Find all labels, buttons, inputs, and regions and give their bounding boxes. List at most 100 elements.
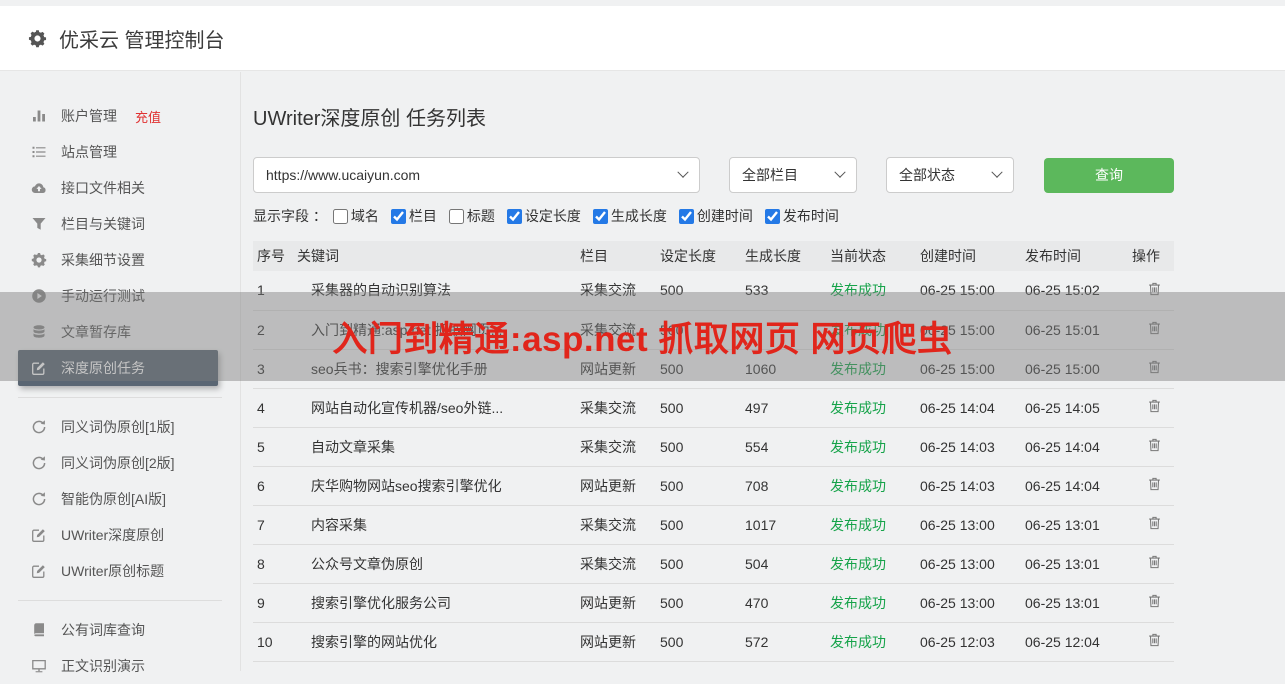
query-button[interactable]: 查询 (1044, 157, 1174, 193)
gen-length-cell: 497 (741, 388, 826, 428)
sidebar-item-account[interactable]: 账户管理 充值 (0, 98, 240, 134)
actions-cell (1128, 544, 1174, 584)
keyword-cell: 搜索引擎优化服务公司 (293, 583, 576, 623)
display-field-option[interactable]: 域名 (332, 206, 379, 226)
delete-task-button[interactable] (1147, 632, 1162, 648)
sidebar-item-ai-rewrite[interactable]: 智能伪原创[AI版] (0, 481, 240, 517)
watermark-text: 入门到精通:asp.net 抓取网页 网页爬虫 (332, 320, 953, 359)
sidebar-item-sites[interactable]: 站点管理 (0, 134, 240, 170)
app-header: 优采云 管理控制台 (0, 6, 1285, 71)
gen-length-cell: 572 (741, 622, 826, 662)
sidebar-item-label: 栏目与关键词 (61, 216, 145, 232)
delete-task-button[interactable] (1147, 593, 1162, 609)
delete-task-button[interactable] (1147, 437, 1162, 453)
row-index-cell: 8 (253, 544, 293, 584)
created-time-cell: 06-25 14:03 (916, 466, 1021, 506)
col-header-no: 序号 (253, 241, 293, 271)
sidebar-item-synonym-rewrite-v2[interactable]: 同义词伪原创[2版] (0, 445, 240, 481)
display-field-label: 域名 (350, 208, 379, 224)
table-header: 序号 关键词 栏目 设定长度 生成长度 当前状态 创建时间 发布时间 操作 (253, 241, 1174, 271)
sidebar-item-public-dictionary[interactable]: 公有词库查询 (0, 612, 240, 648)
delete-task-button[interactable] (1147, 476, 1162, 492)
set-length-cell: 500 (656, 583, 741, 623)
filter-bar: https://www.ucaiyun.com 全部栏目 全部状态 查询 (253, 157, 1285, 193)
sidebar-item-label: 账户管理 (61, 108, 117, 124)
set-length-cell: 500 (656, 388, 741, 428)
status-cell: 发布成功 (826, 583, 916, 623)
site-select[interactable]: https://www.ucaiyun.com (253, 157, 700, 193)
col-header-status: 当前状态 (826, 241, 916, 271)
sidebar-item-label: 接口文件相关 (61, 180, 145, 196)
display-field-option[interactable]: 栏目 (390, 206, 437, 226)
table-row: 7 内容采集 采集交流 500 1017 发布成功 06-25 13:00 06… (253, 505, 1174, 545)
created-time-cell: 06-25 13:00 (916, 505, 1021, 545)
sidebar-item-api-files[interactable]: 接口文件相关 (0, 170, 240, 206)
gen-length-cell: 470 (741, 583, 826, 623)
table-row: 8 公众号文章伪原创 采集交流 500 504 发布成功 06-25 13:00… (253, 544, 1174, 584)
column-filter-select[interactable]: 全部栏目 (729, 157, 857, 193)
sidebar-divider (18, 600, 222, 601)
published-time-cell: 06-25 13:01 (1021, 505, 1128, 545)
keyword-cell: 庆华购物网站seo搜索引擎优化 (293, 466, 576, 506)
display-field-option[interactable]: 发布时间 (764, 206, 839, 226)
row-index-cell: 10 (253, 622, 293, 662)
sidebar-item-uwriter-original-title[interactable]: UWriter原创标题 (0, 553, 240, 589)
display-field-checkbox[interactable] (448, 208, 464, 224)
column-cell: 采集交流 (576, 505, 656, 545)
column-cell: 采集交流 (576, 544, 656, 584)
sidebar-item-content-recognition-demo[interactable]: 正文识别演示 (0, 648, 240, 684)
trash-icon (1147, 476, 1162, 492)
keyword-cell: 内容采集 (293, 505, 576, 545)
status-filter-select[interactable]: 全部状态 (886, 157, 1014, 193)
display-field-option[interactable]: 创建时间 (678, 206, 753, 226)
sidebar-item-synonym-rewrite-v1[interactable]: 同义词伪原创[1版] (0, 409, 240, 445)
gen-length-cell: 1017 (741, 505, 826, 545)
chevron-down-icon (834, 166, 846, 178)
gear-icon (30, 252, 47, 268)
display-field-checkbox[interactable] (332, 208, 348, 224)
table-row: 9 搜索引擎优化服务公司 网站更新 500 470 发布成功 06-25 13:… (253, 583, 1174, 623)
delete-task-button[interactable] (1147, 554, 1162, 570)
display-field-checkbox[interactable] (506, 208, 522, 224)
cloud-upload-icon (30, 180, 47, 196)
published-time-cell: 06-25 12:04 (1021, 622, 1128, 662)
col-header-created: 创建时间 (916, 241, 1021, 271)
display-field-option[interactable]: 标题 (448, 206, 495, 226)
delete-task-button[interactable] (1147, 398, 1162, 414)
created-time-cell: 06-25 13:00 (916, 583, 1021, 623)
display-field-checkbox[interactable] (678, 208, 694, 224)
display-fields-label: 显示字段 ： (253, 208, 327, 224)
row-index-cell: 7 (253, 505, 293, 545)
sidebar-item-uwriter-deep-original[interactable]: UWriter深度原创 (0, 517, 240, 553)
created-time-cell: 06-25 12:03 (916, 622, 1021, 662)
sidebar-item-collect-settings[interactable]: 采集细节设置 (0, 242, 240, 278)
book-icon (30, 622, 47, 638)
site-select-value: https://www.ucaiyun.com (266, 167, 421, 183)
display-field-checkbox[interactable] (390, 208, 406, 224)
display-field-checkbox[interactable] (764, 208, 780, 224)
status-cell: 发布成功 (826, 388, 916, 428)
display-field-label: 创建时间 (696, 208, 753, 224)
col-header-gen-length: 生成长度 (741, 241, 826, 271)
display-field-label: 设定长度 (524, 208, 581, 224)
created-time-cell: 06-25 14:04 (916, 388, 1021, 428)
column-filter-value: 全部栏目 (742, 167, 798, 183)
display-field-label: 发布时间 (782, 208, 839, 224)
gen-length-cell: 504 (741, 544, 826, 584)
status-cell: 发布成功 (826, 505, 916, 545)
display-field-option[interactable]: 生成长度 (592, 206, 667, 226)
sidebar-item-label: 智能伪原创[AI版] (61, 491, 167, 507)
display-field-checkbox[interactable] (592, 208, 608, 224)
actions-cell (1128, 388, 1174, 428)
col-header-actions: 操作 (1128, 241, 1174, 271)
row-index-cell: 6 (253, 466, 293, 506)
table-header-row: 序号 关键词 栏目 设定长度 生成长度 当前状态 创建时间 发布时间 操作 (253, 241, 1174, 271)
edit-icon (30, 527, 47, 543)
table-row: 10 搜索引擎的网站优化 网站更新 500 572 发布成功 06-25 12:… (253, 622, 1174, 662)
display-field-option[interactable]: 设定长度 (506, 206, 581, 226)
trash-icon (1147, 593, 1162, 609)
recharge-link[interactable]: 充值 (135, 107, 161, 126)
delete-task-button[interactable] (1147, 515, 1162, 531)
published-time-cell: 06-25 14:04 (1021, 466, 1128, 506)
sidebar-item-columns-keywords[interactable]: 栏目与关键词 (0, 206, 240, 242)
